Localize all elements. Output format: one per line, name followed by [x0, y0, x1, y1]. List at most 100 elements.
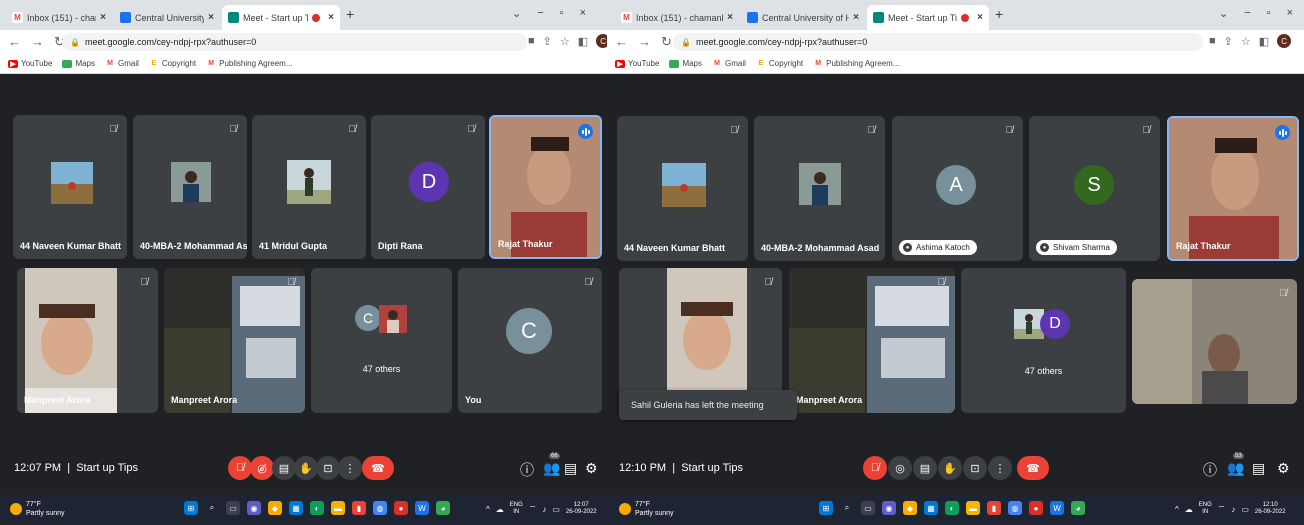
present-button[interactable]: ⊡	[316, 456, 340, 480]
tab-search-icon[interactable]: ⌄	[512, 7, 521, 20]
search-icon[interactable]: ⌕	[840, 501, 854, 515]
word-icon[interactable]: W	[1050, 501, 1064, 515]
leave-call-button[interactable]: ☎	[1017, 456, 1049, 480]
participant-tile[interactable]: 🎙̸ Manpreet Arora	[789, 268, 955, 413]
weather-widget[interactable]: 77°F Partly sunny	[619, 500, 674, 518]
chat-app-icon[interactable]: ◉	[247, 501, 261, 515]
chrome-icon[interactable]: ◍	[1008, 501, 1022, 515]
chat-icon[interactable]: ▤	[564, 460, 577, 477]
tab-gmail[interactable]: M Inbox (151) - chamankashyap19 ×	[6, 5, 112, 30]
bookmark-maps[interactable]: Maps	[669, 59, 702, 68]
raise-hand-button[interactable]: ✋	[938, 456, 962, 480]
forward-icon[interactable]: →	[638, 34, 651, 50]
battery-icon[interactable]: ▭	[552, 505, 560, 514]
avatar[interactable]: C	[1277, 34, 1292, 48]
captions-button[interactable]: ▤	[913, 456, 937, 480]
bookmark-gmail[interactable]: M Gmail	[105, 59, 139, 68]
app-icon[interactable]: ◕	[436, 501, 450, 515]
close-icon[interactable]: ×	[208, 12, 214, 23]
mic-toggle-button[interactable]: 🎙̸	[863, 456, 887, 480]
tray-overflow-icon[interactable]: ^	[1175, 505, 1179, 514]
minimize-icon[interactable]: −	[537, 7, 543, 20]
participant-tile[interactable]: 🎙̸ D Dipti Rana	[371, 115, 485, 259]
edge-icon[interactable]: ◐	[310, 501, 324, 515]
participant-tile[interactable]: 🎙̸ 44 Naveen Kumar Bhatt	[617, 116, 748, 261]
store-icon[interactable]: ▦	[924, 501, 938, 515]
close-icon[interactable]: ×	[727, 12, 733, 23]
star-icon[interactable]: ☆	[560, 35, 570, 48]
close-icon[interactable]: ×	[328, 12, 334, 23]
battery-icon[interactable]: ▭	[1241, 505, 1249, 514]
weather-widget[interactable]: 77°F Partly sunny	[10, 500, 65, 518]
cloud-icon[interactable]: ☁	[496, 505, 504, 514]
self-tile[interactable]: 🎙̸	[1132, 279, 1297, 404]
reload-icon[interactable]: ↻	[661, 34, 672, 50]
app-icon[interactable]: ●	[1029, 501, 1043, 515]
volume-icon[interactable]: ♪	[542, 505, 546, 514]
forward-icon[interactable]: →	[31, 34, 44, 50]
new-tab-icon[interactable]: +	[995, 6, 1003, 22]
participant-tile[interactable]: 🎙̸ 40-MBA-2 Mohammad Asad	[133, 115, 247, 259]
new-tab-icon[interactable]: +	[346, 6, 354, 22]
close-window-icon[interactable]: ×	[580, 7, 586, 20]
app-icon[interactable]: ◆	[268, 501, 282, 515]
chat-app-icon[interactable]: ◉	[882, 501, 896, 515]
participant-tile[interactable]: 🎙̸ S ● Shivam Sharma	[1029, 116, 1160, 261]
share-icon[interactable]: ⇪	[543, 35, 552, 48]
leave-call-button[interactable]: ☎	[362, 456, 394, 480]
camera-icon[interactable]: ■	[528, 35, 535, 47]
clock[interactable]: 12:07 26-09-2022	[566, 502, 597, 516]
app-icon[interactable]: ◆	[903, 501, 917, 515]
search-icon[interactable]: ⌕	[205, 501, 219, 515]
extension-icon[interactable]: ◧	[1259, 35, 1269, 48]
back-icon[interactable]: ←	[615, 34, 628, 50]
restore-icon[interactable]: ▫	[1267, 7, 1271, 20]
participant-tile-speaking[interactable]: Rajat Thakur	[1167, 116, 1299, 261]
folder-icon[interactable]: ▬	[331, 501, 345, 515]
close-window-icon[interactable]: ×	[1287, 7, 1293, 20]
bookmark-publishing[interactable]: M Publishing Agreem...	[813, 59, 900, 68]
people-button[interactable]: 👥 53	[1227, 453, 1244, 477]
mic-toggle-button[interactable]: 🎙̸	[228, 456, 252, 480]
url-input[interactable]: 🔒 meet.google.com/cey-ndpj-rpx?authuser=…	[673, 33, 1203, 51]
language-indicator[interactable]: ENG IN	[510, 502, 523, 516]
close-icon[interactable]: ×	[100, 12, 106, 23]
extension-icon[interactable]: ◧	[578, 35, 588, 48]
camera-toggle-button[interactable]: ◎	[888, 456, 912, 480]
star-icon[interactable]: ☆	[1241, 35, 1251, 48]
activities-icon[interactable]: ⚙	[585, 460, 598, 477]
camera-icon[interactable]: ■	[1209, 35, 1216, 47]
others-tile[interactable]: C 47 others	[311, 268, 452, 413]
chat-icon[interactable]: ▤	[1252, 460, 1265, 477]
start-icon[interactable]: ⊞	[184, 501, 198, 515]
restore-icon[interactable]: ▫	[560, 7, 564, 20]
clock[interactable]: 12:10 26-09-2022	[1255, 502, 1286, 516]
share-icon[interactable]: ⇪	[1224, 35, 1233, 48]
avatar[interactable]: C	[596, 34, 607, 48]
more-options-button[interactable]: ⋮	[988, 456, 1012, 480]
people-button[interactable]: 👥 66	[543, 453, 560, 477]
meeting-info-icon[interactable]: ⓘ	[520, 460, 534, 480]
bookmark-youtube[interactable]: ▶ YouTube	[615, 59, 659, 68]
minimize-icon[interactable]: −	[1244, 7, 1250, 20]
tab-gmail[interactable]: M Inbox (151) - chamankashyap19 ×	[615, 5, 739, 30]
more-options-button[interactable]: ⋮	[338, 456, 362, 480]
word-icon[interactable]: W	[415, 501, 429, 515]
participant-tile[interactable]: 🎙̸ Manpreet Arora	[17, 268, 158, 413]
tab-meet[interactable]: Meet - Start up Tips ×	[867, 5, 989, 30]
back-icon[interactable]: ←	[8, 34, 21, 50]
participant-tile[interactable]: 🎙̸ 41 Mridul Gupta	[252, 115, 366, 259]
close-icon[interactable]: ×	[977, 12, 983, 23]
start-icon[interactable]: ⊞	[819, 501, 833, 515]
volume-icon[interactable]: ♪	[1231, 505, 1235, 514]
language-indicator[interactable]: ENG IN	[1199, 502, 1212, 516]
bookmark-copyright[interactable]: E Copyright	[755, 59, 803, 68]
tab-cuhp[interactable]: Central University of Himachal P ×	[741, 5, 865, 30]
activities-icon[interactable]: ⚙	[1277, 460, 1290, 477]
tab-cuhp[interactable]: Central University of Himachal P ×	[114, 5, 220, 30]
chrome-icon[interactable]: ◍	[373, 501, 387, 515]
meeting-info-icon[interactable]: ⓘ	[1203, 460, 1217, 480]
participant-tile[interactable]: 🎙̸ 44 Naveen Kumar Bhatt	[13, 115, 127, 259]
participant-tile[interactable]: 🎙̸ A ● Ashima Katoch	[892, 116, 1023, 261]
present-button[interactable]: ⊡	[963, 456, 987, 480]
